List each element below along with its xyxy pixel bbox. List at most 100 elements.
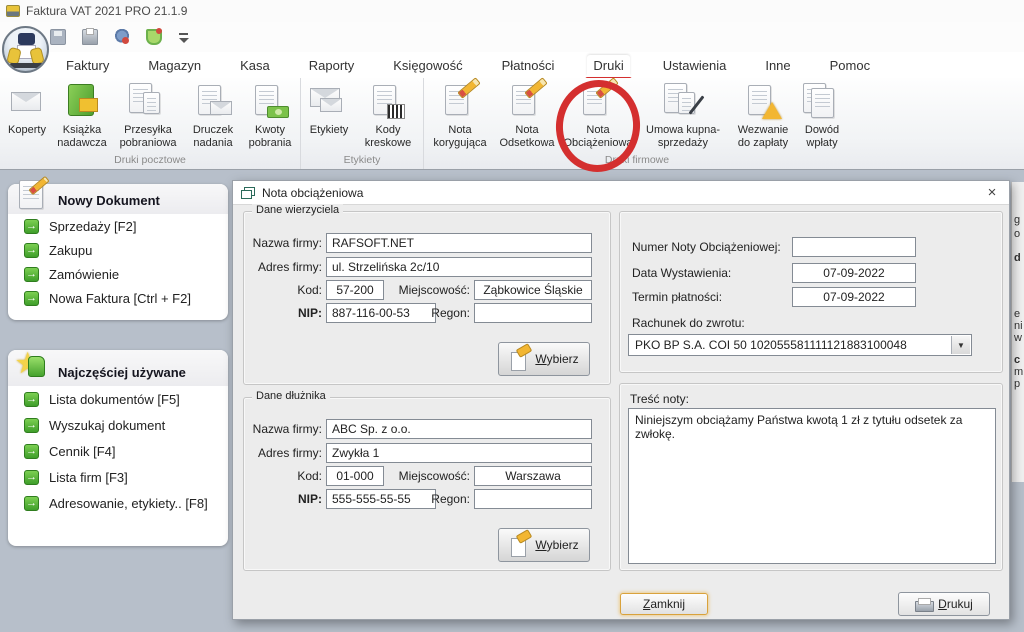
debtor-zip-input[interactable] — [326, 466, 384, 486]
issue-date-input[interactable] — [792, 263, 916, 283]
dialog-title: Nota obciążeniowa — [262, 186, 975, 200]
tab-ksiegowosc[interactable]: Księgowość — [387, 55, 468, 76]
green-arrow-icon: → — [24, 444, 39, 459]
app-icon — [6, 5, 20, 17]
thumbs-up-icon — [16, 350, 50, 384]
close-button[interactable]: Zamknij — [620, 593, 708, 615]
debtor-city-label: Miejscowość: — [392, 469, 470, 483]
toolbar-more-icon[interactable] — [178, 30, 190, 44]
ribbon-group-etykiety: Etykiety Kody kreskowe Etykiety — [301, 78, 424, 169]
note-content-label: Treść noty: — [630, 392, 689, 406]
ribbon-item-kody-kreskowe[interactable]: Kody kreskowe — [355, 80, 421, 151]
print-button[interactable]: Drukuj — [898, 592, 990, 616]
save-icon[interactable] — [50, 29, 66, 45]
sidebar-item-lista-dokumentow[interactable]: → Lista dokumentów [F5] — [8, 386, 228, 412]
barcode-icon — [367, 82, 409, 122]
tab-magazyn[interactable]: Magazyn — [142, 55, 207, 76]
ribbon-item-label: Dowód wpłaty — [798, 124, 846, 149]
tab-druki-label: Druki — [593, 58, 623, 73]
document-pencil-icon — [506, 82, 548, 122]
ribbon-item-label: Etykiety — [310, 124, 349, 137]
quick-access-toolbar — [0, 22, 1024, 52]
creditor-address-label: Adres firmy: — [244, 260, 322, 274]
logo-base — [10, 63, 43, 68]
green-arrow-icon: → — [24, 243, 39, 258]
select-button-label: Wybierz — [535, 538, 578, 552]
ribbon-item-etykiety[interactable]: Etykiety — [303, 80, 355, 139]
sidebar-item-label: Zamówienie — [49, 267, 119, 282]
tab-ustawienia[interactable]: Ustawienia — [657, 55, 733, 76]
tab-raporty[interactable]: Raporty — [303, 55, 361, 76]
edge-text-fragment: ni — [1014, 320, 1023, 332]
tab-pomoc[interactable]: Pomoc — [824, 55, 876, 76]
print-icon[interactable] — [82, 29, 98, 45]
creditor-address-input[interactable] — [326, 257, 592, 277]
document-pencil-icon — [577, 82, 619, 122]
sidebar-item-sprzedazy[interactable]: → Sprzedaży [F2] — [8, 214, 228, 238]
app-logo[interactable] — [2, 26, 49, 73]
ribbon-group-items: Etykiety Kody kreskowe — [303, 80, 421, 154]
green-arrow-icon: → — [24, 418, 39, 433]
sidebar-item-wyszukaj-dokument[interactable]: → Wyszukaj dokument — [8, 412, 228, 438]
note-content-textarea[interactable]: Niniejszym obciążamy Państwa kwotą 1 zł … — [628, 408, 996, 564]
ribbon-item-label: Wezwanie do zapłaty — [732, 124, 794, 149]
ribbon-item-ksiazka-nadawcza[interactable]: Książka nadawcza — [52, 80, 112, 151]
creditor-name-input[interactable] — [326, 233, 592, 253]
creditor-zip-input[interactable] — [326, 280, 384, 300]
sidebar-item-lista-firm[interactable]: → Lista firm [F3] — [8, 464, 228, 490]
debtor-regon-input[interactable] — [474, 489, 592, 509]
debtor-city-input[interactable] — [474, 466, 592, 486]
account-combobox[interactable]: PKO BP S.A. COI 50 102055581111121883100… — [628, 334, 972, 356]
ribbon-item-kwoty-pobrania[interactable]: Kwoty pobrania — [242, 80, 298, 151]
ribbon-group-label: Druki pocztowe — [2, 154, 298, 169]
document-stack-icon — [801, 82, 843, 122]
close-icon[interactable]: × — [983, 184, 1001, 202]
ribbon-item-dowod-wplaty[interactable]: Dowód wpłaty — [796, 80, 848, 151]
sidebar-item-label: Cennik [F4] — [49, 444, 115, 459]
ribbon-item-label: Książka nadawcza — [54, 124, 110, 149]
ribbon-item-druczek-nadania[interactable]: Druczek nadania — [184, 80, 242, 151]
sidebar-item-label: Lista firm [F3] — [49, 470, 128, 485]
creditor-select-button[interactable]: Wybierz — [498, 342, 590, 376]
tab-faktury[interactable]: Faktury — [60, 55, 115, 76]
ribbon-item-label: Druczek nadania — [186, 124, 240, 149]
edge-text-fragment: d — [1014, 252, 1021, 264]
ribbon-item-koperty[interactable]: Koperty — [2, 80, 52, 139]
due-date-input[interactable] — [792, 287, 916, 307]
chevron-down-icon[interactable]: ▼ — [951, 336, 970, 354]
envelope-icon — [6, 82, 48, 122]
due-date-label: Termin płatności: — [632, 290, 722, 304]
ribbon-item-wezwanie-do-zaplaty[interactable]: Wezwanie do zapłaty — [730, 80, 796, 151]
tab-kasa[interactable]: Kasa — [234, 55, 276, 76]
debtor-select-button[interactable]: Wybierz — [498, 528, 590, 562]
ribbon-item-nota-odsetkowa[interactable]: Nota Odsetkowa — [494, 80, 560, 151]
tab-inne[interactable]: Inne — [759, 55, 796, 76]
document-pencil-icon — [439, 82, 481, 122]
ribbon-item-label: Przesyłka pobraniowa — [114, 124, 182, 149]
sidebar-item-cennik[interactable]: → Cennik [F4] — [8, 438, 228, 464]
ribbon-group-druki-firmowe: Nota korygująca Nota Odsetkowa Nota Obci… — [424, 78, 850, 169]
sidebar-item-zakupu[interactable]: → Zakupu — [8, 238, 228, 262]
dialog-title-bar[interactable]: Nota obciążeniowa × — [233, 181, 1009, 205]
title-bar: Faktura VAT 2021 PRO 21.1.9 — [0, 0, 1024, 22]
badge-icon[interactable] — [114, 29, 130, 45]
note-content-box: Treść noty: Niniejszym obciążamy Państwa… — [619, 383, 1003, 571]
ribbon-item-przesylka-pobraniowa[interactable]: Przesyłka pobraniowa — [112, 80, 184, 151]
sidebar-item-adresowanie-etykiety[interactable]: → Adresowanie, etykiety.. [F8] — [8, 490, 228, 516]
debtor-name-input[interactable] — [326, 419, 592, 439]
sidebar-item-label: Wyszukaj dokument — [49, 418, 165, 433]
ribbon-item-nota-obciazeniowa[interactable]: Nota Obciążeniowa — [560, 80, 636, 151]
ribbon-item-umowa-kupna-sprzedazy[interactable]: Umowa kupna-sprzedaży — [636, 80, 730, 151]
sidebar-item-nowa-faktura[interactable]: → Nowa Faktura [Ctrl + F2] — [8, 286, 228, 310]
cart-icon[interactable] — [146, 29, 162, 45]
labels-icon — [308, 82, 350, 122]
tab-druki[interactable]: Druki — [587, 55, 629, 76]
ribbon-item-nota-korygujaca[interactable]: Nota korygująca — [426, 80, 494, 151]
debtor-address-input[interactable] — [326, 443, 592, 463]
note-number-input[interactable] — [792, 237, 916, 257]
creditor-regon-input[interactable] — [474, 303, 592, 323]
creditor-city-input[interactable] — [474, 280, 592, 300]
sidebar-item-zamowienie[interactable]: → Zamówienie — [8, 262, 228, 286]
edge-text-fragment: c — [1014, 354, 1020, 366]
tab-platnosci[interactable]: Płatności — [496, 55, 561, 76]
